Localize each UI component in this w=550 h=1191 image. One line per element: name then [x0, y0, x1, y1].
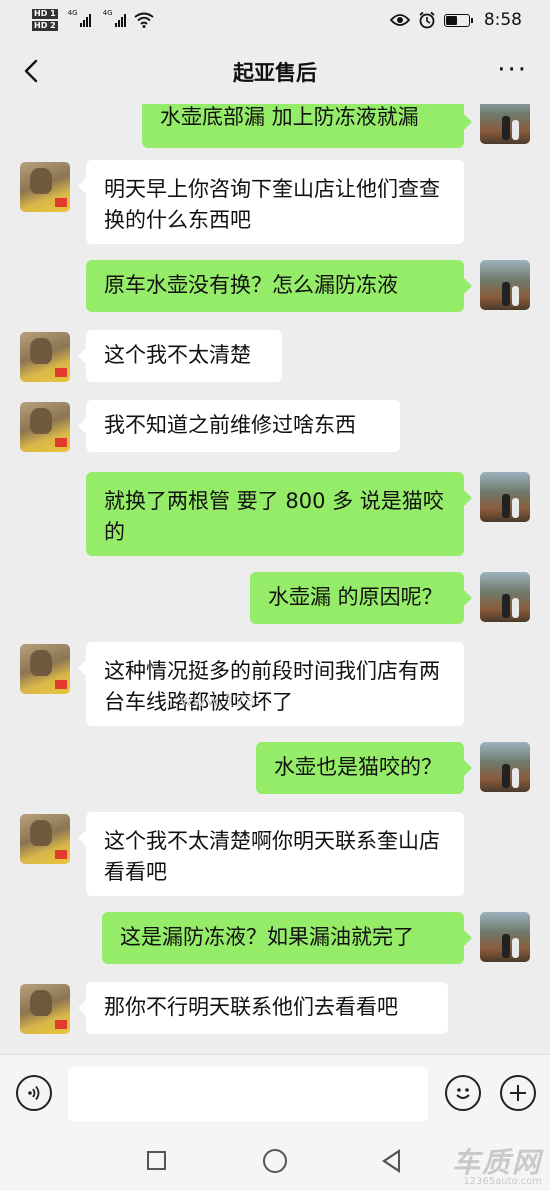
eye-icon — [389, 14, 410, 26]
message-bubble-out[interactable]: 就换了两根管 要了 800 多 说是猫咬的 — [86, 472, 472, 556]
message-bubble-out[interactable]: 水壶也是猫咬的？ — [256, 742, 472, 794]
status-time: 8:58 — [483, 10, 522, 30]
message-text: 这个我不太清楚啊你明天联系奎山店看看吧 — [104, 829, 440, 884]
message-text: 我不知道之前维修过啥东西 — [104, 413, 356, 437]
alarm-icon — [419, 11, 435, 29]
message-bubble-in[interactable]: 那你不行明天联系他们去看看吧 — [78, 982, 448, 1034]
contact-avatar[interactable] — [20, 984, 70, 1034]
status-bar: HD 1 HD 2 4G 4G 8:58 — [0, 0, 550, 40]
message-input[interactable] — [68, 1067, 428, 1121]
message-bubble-in[interactable]: 这种情况挺多的前段时间我们店有两台车线路都被咬坏了 — [78, 642, 464, 726]
message-text: 这是漏防冻液？如果漏油就完了 — [120, 925, 414, 949]
wifi-icon — [134, 12, 154, 28]
message-bubble-out[interactable]: 水壶底部漏 加上防冻液就漏 — [142, 104, 472, 148]
logo-cn: 车质网 — [451, 1146, 542, 1179]
message-bubble-out[interactable]: 水壶漏 的原因呢？ — [250, 572, 472, 624]
message-text: 就换了两根管 要了 800 多 说是猫咬的 — [104, 489, 444, 544]
chat-title: 起亚售后 — [233, 61, 317, 85]
plus-icon[interactable] — [500, 1075, 536, 1111]
message-text: 这种情况挺多的前段时间我们店有两台车线路都被咬坏了 — [104, 659, 440, 714]
my-avatar[interactable] — [480, 104, 530, 144]
message-bubble-in[interactable]: 这个我不太清楚啊你明天联系奎山店看看吧 — [78, 812, 464, 896]
contact-avatar[interactable] — [20, 814, 70, 864]
contact-avatar[interactable] — [20, 402, 70, 452]
back-triangle-inner — [386, 1153, 398, 1169]
my-avatar[interactable] — [480, 912, 530, 962]
battery-icon — [443, 13, 473, 27]
contact-avatar[interactable] — [20, 332, 70, 382]
message-text: 原车水壶没有换？怎么漏防冻液 — [104, 273, 398, 297]
message-bubble-in[interactable]: 这个我不太清楚 — [78, 330, 282, 382]
status-left: HD 1 HD 2 4G 4G — [32, 9, 154, 31]
my-avatar[interactable] — [480, 472, 530, 522]
emoji-icon[interactable] — [445, 1075, 481, 1111]
message-bubble-out[interactable]: 原车水壶没有换？怎么漏防冻液 — [86, 260, 472, 312]
contact-avatar[interactable] — [20, 162, 70, 212]
hd2-badge: HD 2 — [32, 21, 58, 31]
more-icon[interactable]: ··· — [497, 57, 528, 83]
hd-badges: HD 1 HD 2 — [32, 9, 58, 31]
input-bar — [0, 1054, 550, 1134]
home-circle-icon[interactable] — [263, 1149, 287, 1173]
message-text: 这个我不太清楚 — [104, 343, 251, 367]
back-arrow-icon[interactable] — [18, 56, 48, 86]
message-bubble-in[interactable]: 明天早上你咨询下奎山店让他们查查换的什么东西吧 — [78, 160, 464, 244]
signal-icon-2: 4G — [103, 9, 126, 27]
message-bubble-in[interactable]: 我不知道之前维修过啥东西 — [78, 400, 400, 452]
signal-icon: 4G — [68, 9, 91, 27]
contact-avatar[interactable] — [20, 644, 70, 694]
system-nav-bar: 车质网 12365auto.com — [0, 1134, 550, 1191]
chat-header: 起亚售后 ··· — [0, 40, 550, 104]
hd1-badge: HD 1 — [32, 9, 58, 19]
site-logo: 车质网 12365auto.com — [452, 1149, 542, 1187]
message-list[interactable]: 水壶底部漏 加上防冻液就漏 明天早上你咨询下奎山店让他们查查换的什么东西吧 原车… — [0, 104, 550, 1054]
square-icon[interactable] — [147, 1151, 166, 1170]
message-text: 水壶漏 的原因呢？ — [268, 585, 443, 609]
voice-icon[interactable] — [16, 1075, 52, 1111]
message-text: 水壶底部漏 加上防冻液就漏 — [160, 105, 419, 129]
message-text: 明天早上你咨询下奎山店让他们查查换的什么东西吧 — [104, 177, 440, 232]
my-avatar[interactable] — [480, 572, 530, 622]
watermark: www.123 — [180, 692, 256, 710]
status-right: 8:58 — [389, 10, 522, 30]
logo-en: 12365auto.com — [463, 1176, 542, 1187]
message-text: 那你不行明天联系他们去看看吧 — [104, 995, 398, 1019]
message-bubble-out[interactable]: 这是漏防冻液？如果漏油就完了 — [102, 912, 472, 964]
message-text: 水壶也是猫咬的？ — [274, 755, 442, 779]
my-avatar[interactable] — [480, 742, 530, 792]
my-avatar[interactable] — [480, 260, 530, 310]
